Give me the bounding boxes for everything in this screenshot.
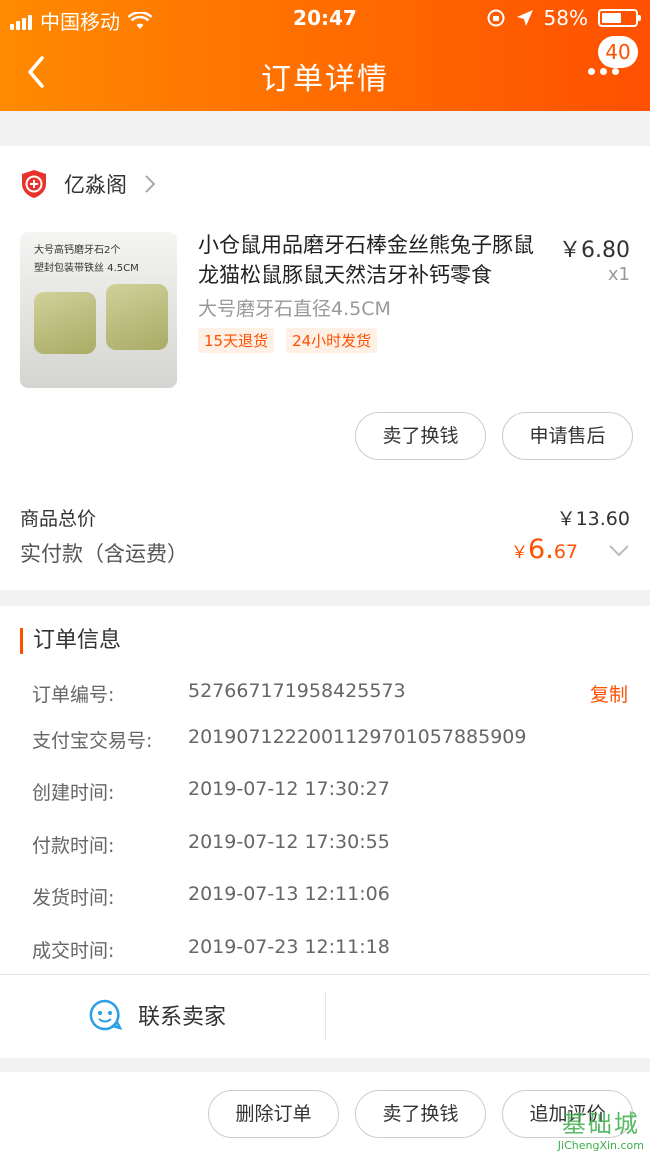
battery-percent: 58% [543,6,588,30]
sell-for-cash-button-bottom[interactable]: 卖了换钱 [355,1090,486,1138]
order-number-value: 527667171958425573 [188,680,406,702]
order-info-card: 订单信息 订单编号: 527667171958425573 复制 支付宝交易号:… [0,606,650,1058]
completed-time-value: 2019-07-23 12:11:18 [188,936,390,958]
copy-button[interactable]: 复制 [590,680,628,707]
battery-icon [598,9,641,27]
shipped-time-value: 2019-07-13 12:11:06 [188,883,390,905]
paid-label: 实付款（含运费） [20,542,188,566]
alipay-trade-label: 支付宝交易号: [32,730,153,752]
product-quantity: x1 [607,264,630,285]
site-watermark: 基础城 JiChengXin.com [557,1110,644,1152]
product-spec: 大号磨牙石直径4.5CM [198,298,391,320]
after-sale-button[interactable]: 申请售后 [502,412,633,460]
nav-bar: 订单详情 40 [0,36,650,111]
order-number-label: 订单编号: [32,684,115,706]
paid-amount: ￥6.67 [511,534,578,565]
page-title: 订单详情 [261,62,389,97]
product-name[interactable]: 小仓鼠用品磨牙石棒金丝熊兔子豚鼠龙猫松鼠豚鼠天然洁牙补钙零食 [198,230,548,290]
status-bar: 中国移动 20:47 58% [0,0,650,36]
location-icon [516,10,533,26]
sell-for-cash-button[interactable]: 卖了换钱 [355,412,486,460]
rotation-lock-icon [487,9,505,27]
shop-badge-icon [22,170,46,198]
shop-link[interactable]: 亿淼阁 [20,166,157,202]
paid-time-label: 付款时间: [32,835,115,857]
header: 中国移动 20:47 58% 订单详情 40 [0,0,650,111]
contact-seller-label: 联系卖家 [138,1005,227,1030]
product-image[interactable]: 大号高钙磨牙石2个 塑封包装带铁丝 4.5CM [20,232,177,388]
paid-time-value: 2019-07-12 17:30:55 [188,831,390,853]
shipped-time-label: 发货时间: [32,887,115,909]
total-label: 商品总价 [20,508,97,530]
service-tags: 15天退货 24小时发货 [198,328,378,353]
shop-name: 亿淼阁 [64,173,127,197]
chevron-right-icon [145,175,156,193]
more-dots-icon [588,68,619,75]
product-price: ￥6.80 [559,238,630,263]
order-info-title: 订单信息 [20,628,121,654]
more-button[interactable]: 40 [578,36,638,96]
tag-shipping: 24小时发货 [286,328,378,353]
total-value: ￥13.60 [556,508,630,530]
completed-time-label: 成交时间: [32,940,115,962]
chat-face-icon [89,999,122,1031]
message-count-badge: 40 [598,36,638,68]
created-time-value: 2019-07-12 17:30:27 [188,778,390,800]
product-image-caption: 大号高钙磨牙石2个 塑封包装带铁丝 4.5CM [34,245,139,274]
tag-return: 15天退货 [198,328,275,353]
bottom-action-bar: 删除订单 卖了换钱 追加评价 [0,1072,650,1156]
order-item-card: 亿淼阁 大号高钙磨牙石2个 塑封包装带铁丝 4.5CM 小仓鼠用品磨牙石棒金丝熊… [0,146,650,590]
alipay-trade-value: 2019071222001129701057885909 [188,726,527,748]
chevron-down-icon[interactable] [608,544,630,558]
created-time-label: 创建时间: [32,782,115,804]
delete-order-button[interactable]: 删除订单 [208,1090,339,1138]
contact-seller-button[interactable]: 联系卖家 [88,998,226,1032]
